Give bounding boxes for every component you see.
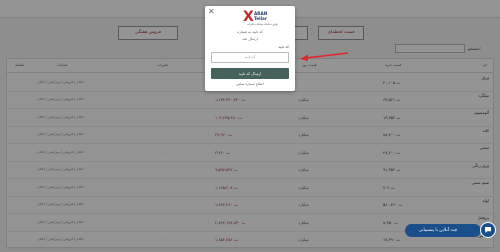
- submit-code-button[interactable]: ارسال کد تایید: [211, 68, 289, 79]
- page: قیمت لحظه‌ای لیست تامین‌کنندگان فروش هفت…: [0, 0, 500, 252]
- aran-tellar-logo: X ARAN Tellar اولین سامانه معاملات فلزات: [243, 9, 278, 26]
- code-sent-phone: ارسال شد: [242, 37, 258, 41]
- red-arrow-annotation: [300, 52, 349, 61]
- verification-code-input[interactable]: کد تایید: [211, 52, 289, 63]
- close-icon[interactable]: ✕: [208, 8, 215, 16]
- code-sent-hint: کد تایید به شماره: [237, 30, 263, 34]
- online-chat-button[interactable]: چت آنلاین با پشتیبانی: [405, 224, 481, 237]
- chat-bubble-icon[interactable]: [480, 222, 496, 238]
- fix-phone-link[interactable]: اصلاح شماره تماس: [205, 82, 295, 86]
- verification-modal: ✕ X ARAN Tellar اولین سامانه معاملات فلز…: [205, 6, 295, 91]
- code-label: کد تایید: [278, 45, 289, 49]
